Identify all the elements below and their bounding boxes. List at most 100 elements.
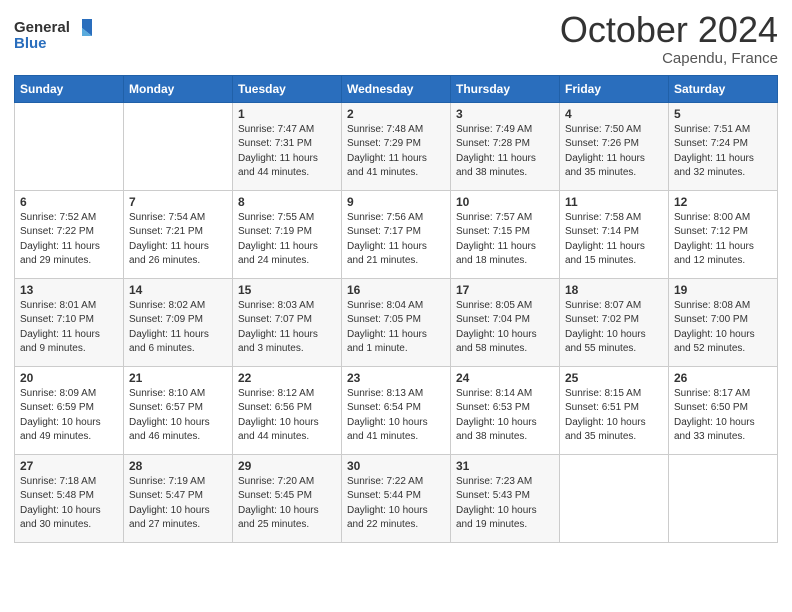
header-row: SundayMondayTuesdayWednesdayThursdayFrid… (15, 75, 778, 102)
calendar-table: SundayMondayTuesdayWednesdayThursdayFrid… (14, 75, 778, 543)
day-number: 20 (20, 371, 118, 385)
day-cell: 20Sunrise: 8:09 AMSunset: 6:59 PMDayligh… (15, 366, 124, 454)
day-info: Sunrise: 8:01 AMSunset: 7:10 PMDaylight:… (20, 299, 118, 357)
day-cell: 7 Sunrise: 7:54 AMSunset: 7:21 PMDaylight… (124, 190, 233, 278)
day-cell: 25Sunrise: 8:15 AMSunset: 6:51 PMDayligh… (560, 366, 669, 454)
day-cell: 12Sunrise: 8:00 AMSunset: 7:12 PMDayligh… (669, 190, 778, 278)
day-cell (15, 102, 124, 190)
day-info: Sunrise: 8:07 AMSunset: 7:02 PMDaylight:… (565, 299, 663, 357)
day-info: Sunrise: 8:10 AMSunset: 6:57 PMDaylight:… (129, 387, 227, 445)
logo-area: General Blue (14, 10, 94, 61)
page-container: General Blue October 2024 Capendu, Franc… (0, 0, 792, 557)
header-day-thursday: Thursday (451, 75, 560, 102)
day-info: Sunrise: 8:13 AMSunset: 6:54 PMDaylight:… (347, 387, 445, 445)
week-row-3: 13 Sunrise: 8:01 AMSunset: 7:10 PMDayligh… (15, 278, 778, 366)
day-cell: 27 Sunrise: 7:18 AMSunset: 5:48 PMDayligh… (15, 454, 124, 542)
header-day-sunday: Sunday (15, 75, 124, 102)
day-number: 31 (456, 459, 554, 473)
day-cell (560, 454, 669, 542)
day-cell: 14Sunrise: 8:02 AMSunset: 7:09 PMDayligh… (124, 278, 233, 366)
day-cell: 3 Sunrise: 7:49 AMSunset: 7:28 PMDaylight… (451, 102, 560, 190)
day-cell: 29Sunrise: 7:20 AMSunset: 5:45 PMDayligh… (233, 454, 342, 542)
day-cell: 30 Sunrise: 7:22 AMSunset: 5:44 PMDayligh… (342, 454, 451, 542)
day-cell: 31 Sunrise: 7:23 AMSunset: 5:43 PMDayligh… (451, 454, 560, 542)
svg-text:General: General (14, 19, 70, 36)
day-number: 19 (674, 283, 772, 297)
day-number: 9 (347, 195, 445, 209)
day-info: Sunrise: 8:05 AMSunset: 7:04 PMDaylight:… (456, 299, 554, 357)
day-number: 1 (238, 107, 336, 121)
day-info: Sunrise: 7:19 AMSunset: 5:47 PMDaylight:… (129, 475, 227, 533)
day-info: Sunrise: 7:58 AMSunset: 7:14 PMDaylight:… (565, 211, 663, 269)
day-info: Sunrise: 7:56 AMSunset: 7:17 PMDaylight:… (347, 211, 445, 269)
day-cell (124, 102, 233, 190)
day-number: 30 (347, 459, 445, 473)
day-number: 5 (674, 107, 772, 121)
day-info: Sunrise: 7:55 AMSunset: 7:19 PMDaylight:… (238, 211, 336, 269)
calendar-header: SundayMondayTuesdayWednesdayThursdayFrid… (15, 75, 778, 102)
day-cell: 9 Sunrise: 7:56 AMSunset: 7:17 PMDaylight… (342, 190, 451, 278)
day-info: Sunrise: 7:57 AMSunset: 7:15 PMDaylight:… (456, 211, 554, 269)
day-cell: 13 Sunrise: 8:01 AMSunset: 7:10 PMDayligh… (15, 278, 124, 366)
day-cell: 4 Sunrise: 7:50 AMSunset: 7:26 PMDaylight… (560, 102, 669, 190)
day-info: Sunrise: 7:22 AMSunset: 5:44 PMDaylight:… (347, 475, 445, 533)
day-info: Sunrise: 8:08 AMSunset: 7:00 PMDaylight:… (674, 299, 772, 357)
day-info: Sunrise: 7:49 AMSunset: 7:28 PMDaylight:… (456, 123, 554, 181)
day-number: 17 (456, 283, 554, 297)
day-cell: 22Sunrise: 8:12 AMSunset: 6:56 PMDayligh… (233, 366, 342, 454)
day-cell: 19 Sunrise: 8:08 AMSunset: 7:00 PMDayligh… (669, 278, 778, 366)
header-day-monday: Monday (124, 75, 233, 102)
day-cell (669, 454, 778, 542)
month-title: October 2024 (560, 10, 778, 50)
header-day-saturday: Saturday (669, 75, 778, 102)
day-number: 27 (20, 459, 118, 473)
day-info: Sunrise: 8:12 AMSunset: 6:56 PMDaylight:… (238, 387, 336, 445)
week-row-4: 20Sunrise: 8:09 AMSunset: 6:59 PMDayligh… (15, 366, 778, 454)
day-cell: 23 Sunrise: 8:13 AMSunset: 6:54 PMDayligh… (342, 366, 451, 454)
day-cell: 18 Sunrise: 8:07 AMSunset: 7:02 PMDayligh… (560, 278, 669, 366)
day-number: 28 (129, 459, 227, 473)
day-info: Sunrise: 8:03 AMSunset: 7:07 PMDaylight:… (238, 299, 336, 357)
week-row-5: 27 Sunrise: 7:18 AMSunset: 5:48 PMDayligh… (15, 454, 778, 542)
header-area: General Blue October 2024 Capendu, Franc… (14, 10, 778, 67)
day-number: 13 (20, 283, 118, 297)
day-info: Sunrise: 7:48 AMSunset: 7:29 PMDaylight:… (347, 123, 445, 181)
day-number: 26 (674, 371, 772, 385)
day-number: 23 (347, 371, 445, 385)
day-cell: 26 Sunrise: 8:17 AMSunset: 6:50 PMDayligh… (669, 366, 778, 454)
day-cell: 15Sunrise: 8:03 AMSunset: 7:07 PMDayligh… (233, 278, 342, 366)
day-info: Sunrise: 7:50 AMSunset: 7:26 PMDaylight:… (565, 123, 663, 181)
header-day-tuesday: Tuesday (233, 75, 342, 102)
day-number: 24 (456, 371, 554, 385)
calendar-body: 1Sunrise: 7:47 AMSunset: 7:31 PMDaylight… (15, 102, 778, 542)
day-info: Sunrise: 8:02 AMSunset: 7:09 PMDaylight:… (129, 299, 227, 357)
day-cell: 28 Sunrise: 7:19 AMSunset: 5:47 PMDayligh… (124, 454, 233, 542)
day-info: Sunrise: 7:51 AMSunset: 7:24 PMDaylight:… (674, 123, 772, 181)
day-info: Sunrise: 8:14 AMSunset: 6:53 PMDaylight:… (456, 387, 554, 445)
day-number: 18 (565, 283, 663, 297)
day-info: Sunrise: 7:54 AMSunset: 7:21 PMDaylight:… (129, 211, 227, 269)
day-cell: 21Sunrise: 8:10 AMSunset: 6:57 PMDayligh… (124, 366, 233, 454)
day-info: Sunrise: 8:00 AMSunset: 7:12 PMDaylight:… (674, 211, 772, 269)
day-cell: 16Sunrise: 8:04 AMSunset: 7:05 PMDayligh… (342, 278, 451, 366)
day-cell: 2 Sunrise: 7:48 AMSunset: 7:29 PMDaylight… (342, 102, 451, 190)
logo-svg: General Blue (14, 14, 94, 56)
header-day-wednesday: Wednesday (342, 75, 451, 102)
week-row-1: 1Sunrise: 7:47 AMSunset: 7:31 PMDaylight… (15, 102, 778, 190)
day-number: 3 (456, 107, 554, 121)
day-number: 2 (347, 107, 445, 121)
day-info: Sunrise: 7:23 AMSunset: 5:43 PMDaylight:… (456, 475, 554, 533)
day-number: 8 (238, 195, 336, 209)
logo: General Blue (14, 14, 94, 61)
day-cell: 17 Sunrise: 8:05 AMSunset: 7:04 PMDayligh… (451, 278, 560, 366)
day-number: 7 (129, 195, 227, 209)
day-number: 4 (565, 107, 663, 121)
day-info: Sunrise: 8:17 AMSunset: 6:50 PMDaylight:… (674, 387, 772, 445)
day-cell: 8 Sunrise: 7:55 AMSunset: 7:19 PMDaylight… (233, 190, 342, 278)
day-number: 16 (347, 283, 445, 297)
title-area: October 2024 Capendu, France (560, 10, 778, 67)
day-cell: 5 Sunrise: 7:51 AMSunset: 7:24 PMDaylight… (669, 102, 778, 190)
svg-text:Blue: Blue (14, 35, 47, 52)
day-info: Sunrise: 7:18 AMSunset: 5:48 PMDaylight:… (20, 475, 118, 533)
day-number: 11 (565, 195, 663, 209)
